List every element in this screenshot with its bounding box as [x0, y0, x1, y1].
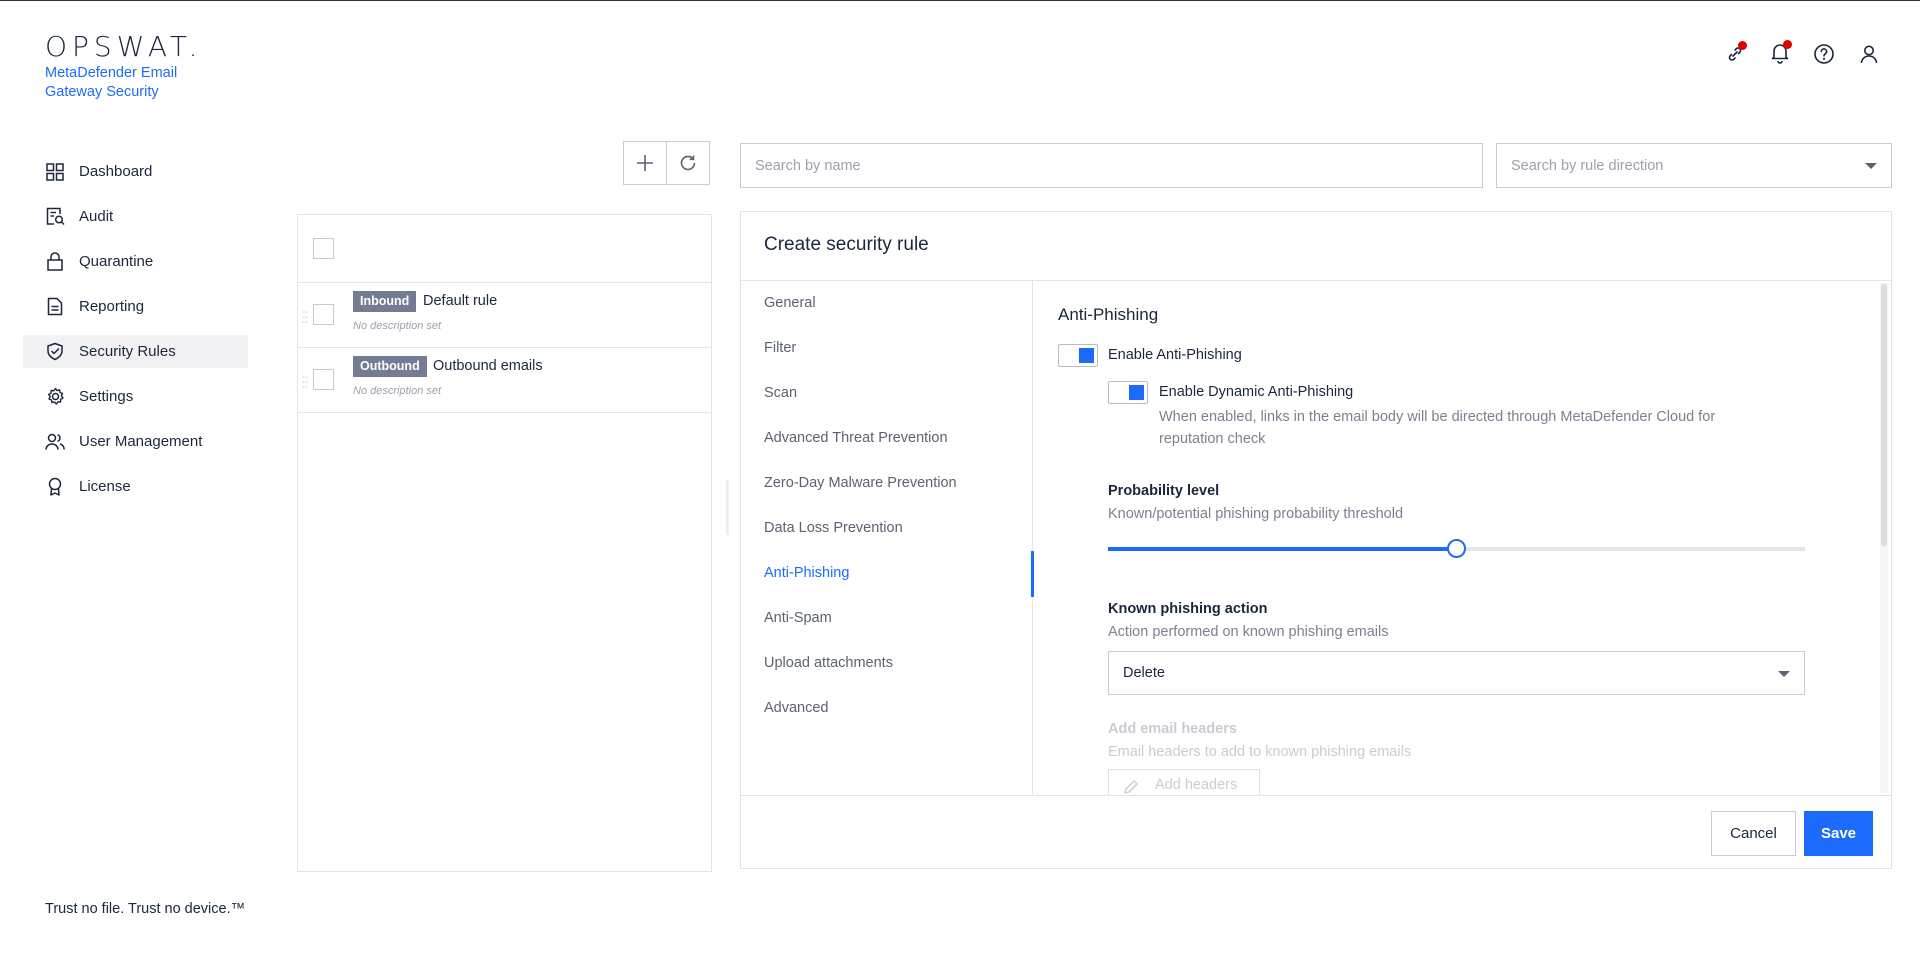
sidebar-nav: Dashboard Audit Quarantine Reporting Sec… — [23, 155, 248, 515]
sidebar-item-license[interactable]: License — [23, 470, 248, 503]
sidebar-item-security-rules[interactable]: Security Rules — [23, 335, 248, 368]
panel-resize-handle[interactable] — [726, 480, 729, 535]
document-icon — [45, 297, 65, 317]
add-headers-hint: Email headers to add to known phishing e… — [1108, 744, 1412, 760]
add-rule-button[interactable] — [623, 141, 667, 185]
brand-logo: OPSWAT. — [45, 30, 203, 63]
probability-hint: Known/potential phishing probability thr… — [1108, 506, 1404, 522]
tab-upload-attachments[interactable]: Upload attachments — [764, 655, 893, 671]
tab-anti-spam[interactable]: Anti-Spam — [764, 610, 832, 626]
shield-check-icon — [45, 342, 65, 362]
plus-icon — [637, 155, 653, 171]
sidebar-item-dashboard[interactable]: Dashboard — [23, 155, 248, 188]
add-headers-button-label: Add headers — [1155, 777, 1238, 793]
known-action-hint: Action performed on known phishing email… — [1108, 624, 1389, 640]
sidebar-item-label: License — [79, 478, 131, 495]
enable-anti-phishing-label: Enable Anti-Phishing — [1108, 347, 1242, 363]
sidebar-item-quarantine[interactable]: Quarantine — [23, 245, 248, 278]
divider — [741, 795, 1891, 796]
enable-dynamic-anti-phishing-toggle[interactable] — [1108, 381, 1148, 404]
audit-icon — [45, 207, 65, 227]
tab-zero-day-malware-prevention[interactable]: Zero-Day Malware Prevention — [764, 475, 957, 491]
tab-advanced-threat-prevention[interactable]: Advanced Threat Prevention — [764, 430, 948, 446]
link-icon[interactable] — [1722, 41, 1748, 67]
direction-badge: Outbound — [353, 356, 427, 377]
users-icon — [45, 432, 65, 452]
dynamic-anti-phishing-label: Enable Dynamic Anti-Phishing — [1159, 384, 1354, 400]
sidebar-item-label: Settings — [79, 388, 134, 405]
tab-data-loss-prevention[interactable]: Data Loss Prevention — [764, 520, 903, 536]
refresh-icon — [680, 155, 696, 171]
drag-handle-icon[interactable] — [302, 310, 308, 324]
lock-icon — [45, 252, 65, 272]
gear-icon — [45, 387, 65, 407]
cancel-button[interactable]: Cancel — [1711, 811, 1796, 856]
chevron-down-icon — [1865, 163, 1877, 169]
tab-scan[interactable]: Scan — [764, 385, 797, 401]
sidebar-item-user-management[interactable]: User Management — [23, 425, 248, 458]
help-icon[interactable] — [1811, 41, 1837, 67]
rules-list-header — [298, 215, 711, 283]
content-scrollbar-thumb[interactable] — [1881, 284, 1887, 546]
sidebar-item-audit[interactable]: Audit — [23, 200, 248, 233]
save-button[interactable]: Save — [1804, 811, 1873, 856]
tab-anti-phishing[interactable]: Anti-Phishing — [764, 565, 849, 581]
known-action-value: Delete — [1123, 665, 1165, 681]
rule-title: Outbound emails — [433, 358, 543, 374]
sidebar-item-label: Reporting — [79, 298, 145, 315]
table-row[interactable]: Outbound Outbound emails No description … — [298, 348, 711, 413]
row-checkbox[interactable] — [313, 369, 334, 390]
card-title: Create security rule — [764, 234, 929, 255]
tab-filter[interactable]: Filter — [764, 340, 796, 356]
drag-handle-icon[interactable] — [302, 375, 308, 389]
toggle-knob — [1079, 348, 1094, 363]
known-action-label: Known phishing action — [1108, 601, 1268, 617]
award-icon — [45, 477, 65, 497]
search-input[interactable]: Search by name — [740, 143, 1483, 188]
add-headers-label: Add email headers — [1108, 721, 1237, 737]
chevron-down-icon — [1778, 671, 1790, 677]
known-action-select[interactable]: Delete — [1108, 651, 1805, 695]
sidebar-item-label: Quarantine — [79, 253, 154, 270]
sidebar-item-settings[interactable]: Settings — [23, 380, 248, 413]
refresh-button[interactable] — [666, 141, 710, 185]
probability-slider-fill — [1108, 547, 1456, 551]
user-icon[interactable] — [1856, 41, 1882, 67]
sidebar-item-reporting[interactable]: Reporting — [23, 290, 248, 323]
section-title: Anti-Phishing — [1058, 305, 1159, 324]
row-checkbox[interactable] — [313, 304, 334, 325]
direction-badge: Inbound — [353, 291, 417, 312]
bell-icon[interactable] — [1767, 40, 1793, 66]
rule-title: Default rule — [423, 293, 498, 309]
enable-anti-phishing-toggle[interactable] — [1058, 344, 1098, 367]
rule-direction-placeholder: Search by rule direction — [1511, 157, 1664, 174]
tab-general[interactable]: General — [764, 295, 816, 311]
active-tab-indicator — [1031, 551, 1034, 597]
tab-advanced[interactable]: Advanced — [764, 700, 829, 716]
select-all-checkbox[interactable] — [313, 238, 334, 259]
pencil-icon — [1124, 780, 1138, 794]
rule-direction-select[interactable]: Search by rule direction — [1496, 143, 1892, 188]
rule-tabs: General Filter Scan Advanced Threat Prev… — [741, 281, 1033, 795]
sidebar-item-label: Security Rules — [79, 343, 176, 360]
sidebar-item-label: Audit — [79, 208, 114, 225]
rule-description: No description set — [353, 385, 442, 397]
content-clip — [1035, 796, 1880, 798]
tagline: Trust no file. Trust no device.™ — [45, 901, 246, 917]
rules-list-panel: Inbound Default rule No description set … — [297, 214, 712, 872]
dashboard-icon — [45, 162, 65, 182]
probability-slider-thumb[interactable] — [1447, 539, 1466, 558]
probability-label: Probability level — [1108, 483, 1220, 499]
notification-dot — [1783, 40, 1792, 49]
rule-description: No description set — [353, 320, 442, 332]
window-top-border — [0, 0, 1920, 1]
sidebar-item-label: User Management — [79, 433, 203, 450]
toggle-knob — [1129, 385, 1144, 400]
dynamic-anti-phishing-hint: When enabled, links in the email body wi… — [1159, 409, 1716, 447]
table-row[interactable]: Inbound Default rule No description set — [298, 283, 711, 348]
notification-dot — [1738, 41, 1747, 50]
product-name[interactable]: MetaDefender Email Gateway Security — [45, 64, 205, 102]
sidebar-item-label: Dashboard — [79, 163, 153, 180]
